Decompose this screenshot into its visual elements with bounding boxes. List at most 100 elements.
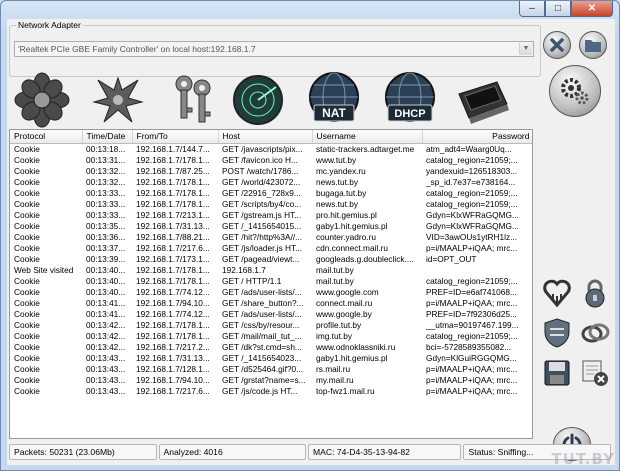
cell-username: www.tut.by xyxy=(316,154,357,165)
table-row[interactable]: Cookie 00:13:37... 192.168.1.7/217.6... GET… xyxy=(10,242,532,254)
cell-username: www.google.com xyxy=(316,286,379,297)
minimize-button[interactable]: – xyxy=(519,1,545,17)
cell-time: 00:13:43... xyxy=(86,385,126,396)
table-row[interactable]: Cookie 00:13:42... 192.168.1.7/178.1... GET… xyxy=(10,319,532,331)
cell-host: GET /gstream.js HT... xyxy=(222,209,302,220)
table-row[interactable]: Cookie 00:13:42... 192.168.1.7/178.1... GET… xyxy=(10,330,532,342)
network-card-icon xyxy=(458,81,509,124)
cell-password: Gdyn=KlxWFRaGQMG... xyxy=(426,220,519,231)
table-row[interactable]: Cookie 00:13:43... 192.168.1.7/94.10... GET… xyxy=(10,374,532,386)
table-row[interactable]: Cookie 00:13:35... 192.168.1.7/31.13... GET… xyxy=(10,220,532,232)
column-header-protocol[interactable]: Protocol xyxy=(10,130,83,144)
cell-host: GET /_1415654023... xyxy=(222,352,302,363)
cell-protocol: Cookie xyxy=(14,143,40,154)
cell-from-to: 192.168.1.7/217.6... xyxy=(136,242,210,253)
clear-button[interactable] xyxy=(579,357,611,389)
flower-icon xyxy=(14,72,70,128)
dhcp-label: DHCP xyxy=(394,108,425,120)
cell-time: 00:13:32... xyxy=(86,176,126,187)
table-row[interactable]: Cookie 00:13:33... 192.168.1.7/178.1... GET… xyxy=(10,187,532,199)
cell-from-to: 192.168.1.7/178.1... xyxy=(136,264,210,275)
table-row[interactable]: Cookie 00:13:32... 192.168.1.7/178.1... GET… xyxy=(10,176,532,188)
cell-protocol: Cookie xyxy=(14,363,40,374)
table-row[interactable]: Cookie 00:13:43... 192.168.1.7/217.6... GET… xyxy=(10,385,532,397)
cell-username: news.tut.by xyxy=(316,198,358,209)
open-folder-button[interactable] xyxy=(579,31,607,59)
toolbar-nat-button[interactable]: NAT xyxy=(305,65,363,135)
table-row[interactable]: Cookie 00:13:33... 192.168.1.7/213.1... GET… xyxy=(10,209,532,221)
cell-host: GET /favicon.ico H... xyxy=(222,154,298,165)
toolbar-phoenix-button[interactable] xyxy=(89,65,147,135)
cell-protocol: Cookie xyxy=(14,319,40,330)
cell-protocol: Cookie xyxy=(14,220,40,231)
cell-password: __utma=90197467.199... xyxy=(426,319,519,330)
table-row[interactable]: Cookie 00:13:43... 192.168.1.7/128.1... GET… xyxy=(10,363,532,375)
toolbar-keys-button[interactable] xyxy=(165,65,223,135)
close-window-button[interactable]: ✕ xyxy=(571,1,613,17)
cell-from-to: 192.168.1.7/87.25... xyxy=(136,165,210,176)
status-mac: MAC: 74-D4-35-13-94-82 xyxy=(308,444,462,460)
cell-from-to: 192.168.1.7/173.1... xyxy=(136,253,210,264)
cell-username: pro.hit.gemius.pl xyxy=(316,209,377,220)
cell-time: 00:13:33... xyxy=(86,187,126,198)
cell-from-to: 192.168.1.7/31.13... xyxy=(136,352,210,363)
shield-button[interactable] xyxy=(541,317,573,349)
save-button[interactable] xyxy=(541,357,573,389)
table-row[interactable]: Cookie 00:13:39... 192.168.1.7/173.1... GET… xyxy=(10,253,532,265)
cell-from-to: 192.168.1.7/144.7... xyxy=(136,143,210,154)
table-row[interactable]: Cookie 00:13:18... 192.168.1.7/144.7... GET… xyxy=(10,143,532,155)
table-row[interactable]: Cookie 00:13:40... 192.168.1.7/74.12... GET… xyxy=(10,286,532,298)
status-analyzed: Analyzed: 4016 xyxy=(158,444,306,460)
cell-password: catalog_region=21059;... xyxy=(426,275,518,286)
client-area: Network Adapter 'Realtek PCIe GBE Family… xyxy=(7,19,615,465)
table-row[interactable]: Cookie 00:13:42... 192.168.1.7/217.2... GET… xyxy=(10,342,532,353)
cell-protocol: Cookie xyxy=(14,352,40,363)
cell-host: GET /_1415654015... xyxy=(222,220,302,231)
packets-table[interactable]: Protocol Time/Date From/To Host Username… xyxy=(9,129,533,439)
table-row[interactable]: Cookie 00:13:43... 192.168.1.7/31.13... GET… xyxy=(10,352,532,364)
cell-username: my.mail.ru xyxy=(316,374,354,385)
toolbar-flower-button[interactable] xyxy=(13,65,71,135)
cell-username: news.tut.by xyxy=(316,176,358,187)
stop-button[interactable] xyxy=(543,31,571,59)
clear-icon xyxy=(582,360,608,386)
rings-button[interactable] xyxy=(579,317,611,349)
table-row[interactable]: Cookie 00:13:36... 192.168.1.7/88.21... GET… xyxy=(10,232,532,243)
maximize-button[interactable]: □ xyxy=(545,1,571,17)
cell-host: GET /mail/mail_tut_... xyxy=(222,330,302,341)
table-row[interactable]: Cookie 00:13:40... 192.168.1.7/178.1... GET… xyxy=(10,275,532,287)
table-row[interactable]: Cookie 00:13:32... 192.168.1.7/87.25... POS… xyxy=(10,165,532,177)
column-header-from-to[interactable]: From/To xyxy=(132,130,219,144)
table-row[interactable]: Cookie 00:13:33... 192.168.1.7/178.1... GET… xyxy=(10,198,532,210)
save-icon xyxy=(544,360,570,386)
cell-from-to: 192.168.1.7/178.1... xyxy=(136,330,210,341)
table-row[interactable]: Cookie 00:13:31... 192.168.1.7/178.1... GET… xyxy=(10,154,532,166)
shield-icon xyxy=(544,318,570,348)
toolbar-radar-button[interactable] xyxy=(229,65,287,135)
settings-button[interactable] xyxy=(549,65,601,117)
cell-password: _sp_id.7e37=e738164... xyxy=(426,176,516,187)
table-row[interactable]: Web Site visited 00:13:40... 192.168.1.7/1… xyxy=(10,264,532,276)
cell-protocol: Cookie xyxy=(14,330,40,341)
cell-protocol: Cookie xyxy=(14,187,40,198)
cell-password: PREF=ID=7f92306d25... xyxy=(426,308,517,319)
cell-host: GET /world/423072... xyxy=(222,176,301,187)
table-row[interactable]: Cookie 00:13:41... 192.168.1.7/94.10... GET… xyxy=(10,297,532,309)
toolbar-network-card-button[interactable] xyxy=(453,65,511,135)
phoenix-icon xyxy=(92,76,144,123)
dropdown-arrow-icon[interactable]: ▼ xyxy=(519,43,532,55)
column-header-password[interactable]: Password xyxy=(422,130,532,144)
gears-icon xyxy=(561,78,589,105)
cell-time: 00:13:39... xyxy=(86,253,126,264)
cell-protocol: Cookie xyxy=(14,176,40,187)
network-adapter-select[interactable]: 'Realtek PCIe GBE Family Controller' on … xyxy=(14,41,534,57)
column-header-time[interactable]: Time/Date xyxy=(82,130,133,144)
cell-username: connect.mail.ru xyxy=(316,297,373,308)
column-header-username[interactable]: Username xyxy=(312,130,423,144)
heartbleed-button[interactable] xyxy=(541,277,573,309)
cell-host: GET /pagead/viewt... xyxy=(222,253,300,264)
column-header-host[interactable]: Host xyxy=(218,130,313,144)
toolbar-dhcp-button[interactable]: DHCP xyxy=(381,65,439,135)
padlock-button[interactable] xyxy=(579,277,611,309)
table-row[interactable]: Cookie 00:13:41... 192.168.1.7/74.12... GET… xyxy=(10,308,532,320)
